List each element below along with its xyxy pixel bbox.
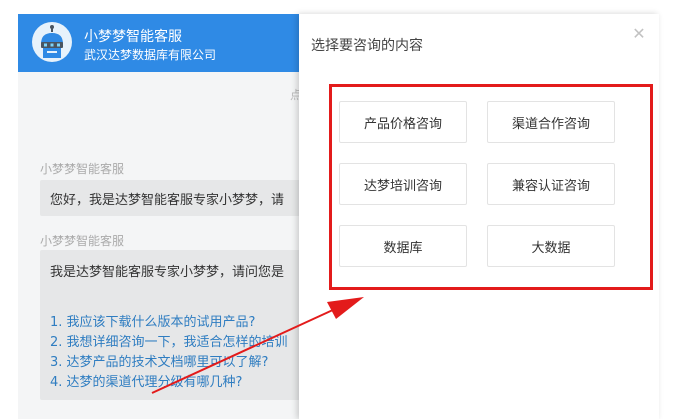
chat-header: 小梦梦智能客服 武汉达梦数据库有限公司 [18, 14, 318, 72]
faq-link[interactable]: 3. 达梦产品的技术文档哪里可以了解? [50, 351, 268, 370]
close-icon[interactable]: ✕ [629, 24, 649, 44]
chat-title: 小梦梦智能客服 [84, 29, 182, 45]
message-sender: 小梦梦智能客服 [40, 234, 125, 248]
message-bubble: 您好，我是达梦智能客服专家小梦梦，请 [40, 180, 318, 216]
highlight-frame [329, 84, 653, 290]
message-text: 我是达梦智能客服专家小梦梦，请问您是 [50, 265, 285, 280]
dialog-title: 选择要咨询的内容 [311, 38, 423, 54]
faq-link[interactable]: 1. 我应该下载什么版本的试用产品? [50, 311, 255, 330]
chat-subtitle: 武汉达梦数据库有限公司 [84, 48, 217, 62]
chat-window: 小梦梦智能客服 武汉达梦数据库有限公司 点 小梦梦智能客服 您好，我是达梦智能客… [18, 14, 318, 419]
faq-link[interactable]: 4. 达梦的渠道代理分级有哪几种? [50, 371, 242, 390]
message-bubble: 我是达梦智能客服专家小梦梦，请问您是 1. 我应该下载什么版本的试用产品? 2.… [40, 250, 318, 400]
faq-link[interactable]: 2. 我想详细咨询一下，我适合怎样的培训 [50, 331, 288, 350]
message-sender: 小梦梦智能客服 [40, 162, 125, 176]
message-text: 您好，我是达梦智能客服专家小梦梦，请 [50, 193, 285, 208]
robot-avatar-icon [32, 22, 72, 62]
